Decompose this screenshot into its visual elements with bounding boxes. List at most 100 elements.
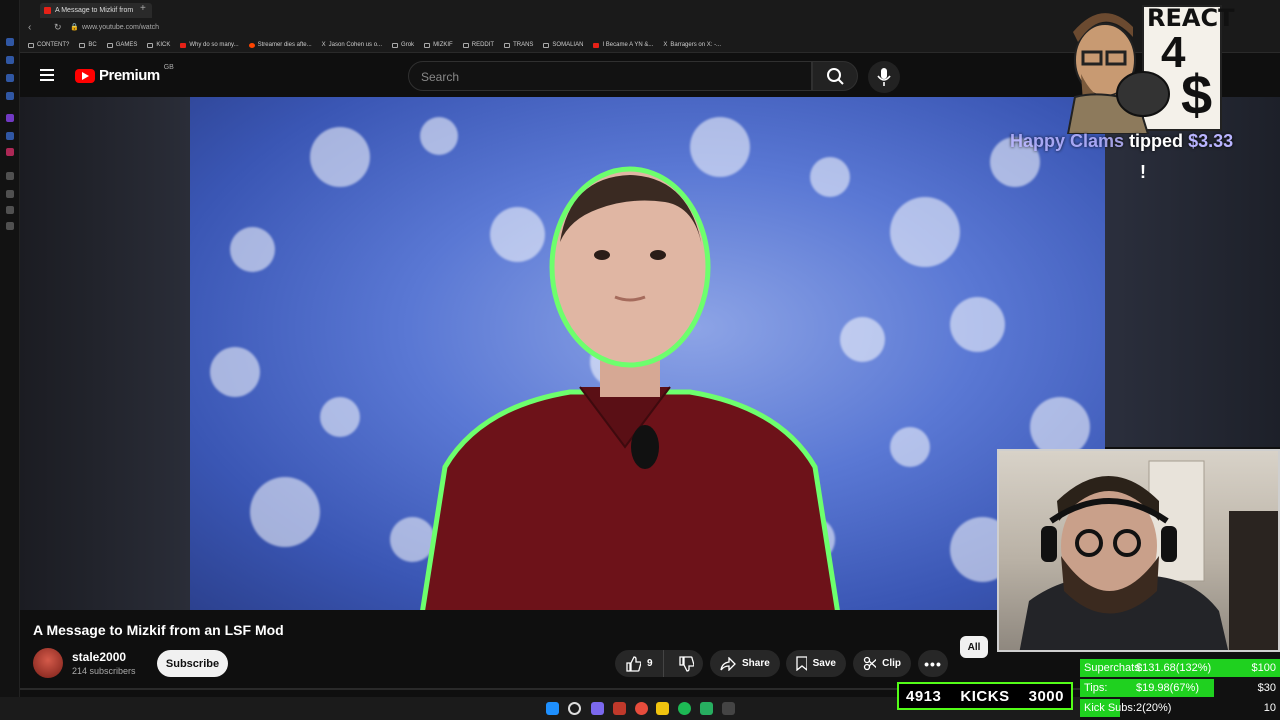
tip-amount: $3.33 [1188, 131, 1234, 151]
channel-name[interactable]: stale2000 [72, 650, 126, 664]
tip-verb: tipped [1129, 131, 1184, 151]
bookmark-item[interactable]: X Barragers on X: -... [663, 42, 721, 48]
kick-goal: 3000 [1028, 687, 1064, 705]
messenger-icon[interactable] [6, 132, 14, 140]
react-4-dollars-overlay: REACT 4 $ [1063, 2, 1234, 135]
settings-icon[interactable] [6, 222, 14, 230]
bookmark-item[interactable]: REDDIT [462, 42, 494, 48]
donation-goals-panel: Superchats: $131.68(132%) $100 Tips: $19… [1080, 658, 1280, 720]
url-text[interactable]: www.youtube.com/watch [82, 24, 159, 31]
sidebar-app-icon[interactable] [6, 206, 14, 214]
bookmark-item[interactable]: Grok [392, 42, 414, 48]
windows-start-icon[interactable] [546, 702, 559, 715]
goal-value: $19.98(67%) [1136, 682, 1199, 694]
sidebar-app-icon[interactable] [6, 190, 14, 198]
clip-button[interactable]: Clip [853, 650, 911, 677]
spotify-icon[interactable] [678, 702, 691, 715]
like-dislike-group: 9 [615, 650, 703, 677]
share-icon [720, 656, 736, 671]
more-actions-button[interactable]: ••• [918, 650, 948, 677]
bookmark-item[interactable]: Why do so many... [180, 42, 239, 48]
goal-value: 2(20%) [1136, 702, 1172, 714]
goal-target: $30 [1257, 682, 1276, 694]
search-button[interactable] [812, 61, 858, 91]
reload-icon[interactable]: ↻ [54, 22, 62, 33]
youtube-premium-logo[interactable]: Premium GB [75, 64, 174, 84]
tip-alert: Happy Clams tipped $3.33 [1010, 131, 1233, 152]
bookmark-item[interactable]: I Became A YN &... [593, 42, 653, 48]
folder-icon[interactable] [656, 702, 669, 715]
bookmark-item[interactable]: MIZKIF [424, 42, 453, 48]
bookmark-item[interactable]: SOMALIAN [543, 42, 583, 48]
folder-icon [392, 42, 399, 48]
microphone-icon [877, 68, 891, 86]
thumbs-down-icon [679, 655, 695, 672]
video-player[interactable] [190, 97, 1105, 610]
kick-label: KICKS [960, 687, 1010, 705]
tab-youtube[interactable]: A Message to Mizkif from [40, 3, 152, 18]
youtube-favicon-icon [44, 7, 51, 14]
app-icon[interactable] [591, 702, 604, 715]
sidebar-app-icon[interactable] [6, 74, 14, 82]
instagram-icon[interactable] [6, 148, 14, 156]
folder-icon [543, 42, 550, 48]
scissors-icon [863, 656, 877, 671]
goal-target: 10 [1263, 702, 1276, 714]
tip-username: Happy Clams [1010, 131, 1125, 151]
sidebar-app-icon[interactable] [6, 38, 14, 46]
more-horizontal-icon: ••• [924, 655, 942, 672]
like-button[interactable]: 9 [615, 650, 664, 677]
bookmark-item[interactable]: GAMES [106, 42, 137, 48]
voice-search-button[interactable] [868, 61, 900, 93]
hamburger-menu-icon[interactable] [40, 69, 54, 81]
sidebar-app-icon[interactable] [6, 92, 14, 100]
sidebar-app-icon[interactable] [6, 56, 14, 64]
subscriber-count: 214 subscribers [72, 666, 136, 676]
bookmark-item[interactable]: BC [79, 42, 97, 48]
share-label: Share [742, 658, 770, 669]
share-button[interactable]: Share [710, 650, 780, 677]
dollar-sign: $ [1181, 63, 1213, 126]
filter-chip-all[interactable]: All [960, 636, 988, 658]
bookmark-item[interactable]: Streamer dies afte... [248, 42, 312, 48]
bookmark-item[interactable]: TRANS [504, 42, 533, 48]
folder-icon [28, 42, 34, 48]
folder-icon [462, 42, 469, 48]
folder-icon [424, 42, 431, 48]
kick-goal-counter: 4913 KICKS 3000 [897, 682, 1073, 710]
goal-row-superchats: Superchats: $131.68(132%) $100 [1080, 658, 1280, 678]
chrome-icon[interactable] [635, 702, 648, 715]
folder-icon [504, 42, 511, 48]
lock-icon: 🔒 [70, 24, 79, 31]
excel-icon[interactable] [700, 702, 713, 715]
clip-label: Clip [882, 658, 901, 669]
goal-target: $100 [1251, 662, 1276, 674]
bookmark-item[interactable]: CONTENT? [28, 42, 69, 48]
folder-icon [79, 42, 86, 48]
goal-label: Tips: [1084, 682, 1108, 694]
x-icon: X [321, 42, 326, 48]
save-button[interactable]: Save [786, 650, 846, 677]
app-icon[interactable] [722, 702, 735, 715]
back-icon[interactable]: ‹ [28, 22, 31, 33]
opera-icon[interactable] [613, 702, 626, 715]
dislike-button[interactable] [670, 650, 703, 677]
subscribe-button[interactable]: Subscribe [157, 650, 228, 677]
bookmark-item[interactable]: X Jason Cohen us o... [322, 42, 382, 48]
streamer-webcam [997, 449, 1280, 652]
thumbs-up-icon [626, 655, 641, 672]
youtube-icon [180, 42, 187, 48]
sidebar-app-icon[interactable] [6, 172, 14, 180]
browser-side-rail [0, 0, 20, 720]
channel-avatar[interactable] [33, 648, 63, 678]
bookmark-icon [796, 656, 807, 671]
goal-label: Kick Subs: [1084, 702, 1136, 714]
bookmark-item[interactable]: KICK [147, 42, 170, 48]
twitch-icon[interactable] [6, 114, 14, 122]
goal-row-tips: Tips: $19.98(67%) $30 [1080, 678, 1280, 698]
new-tab-icon[interactable]: + [140, 3, 146, 14]
folder-icon [147, 42, 154, 48]
search-input[interactable]: Search [408, 61, 812, 91]
streamer-figure [1019, 460, 1278, 650]
search-icon[interactable] [568, 702, 581, 715]
